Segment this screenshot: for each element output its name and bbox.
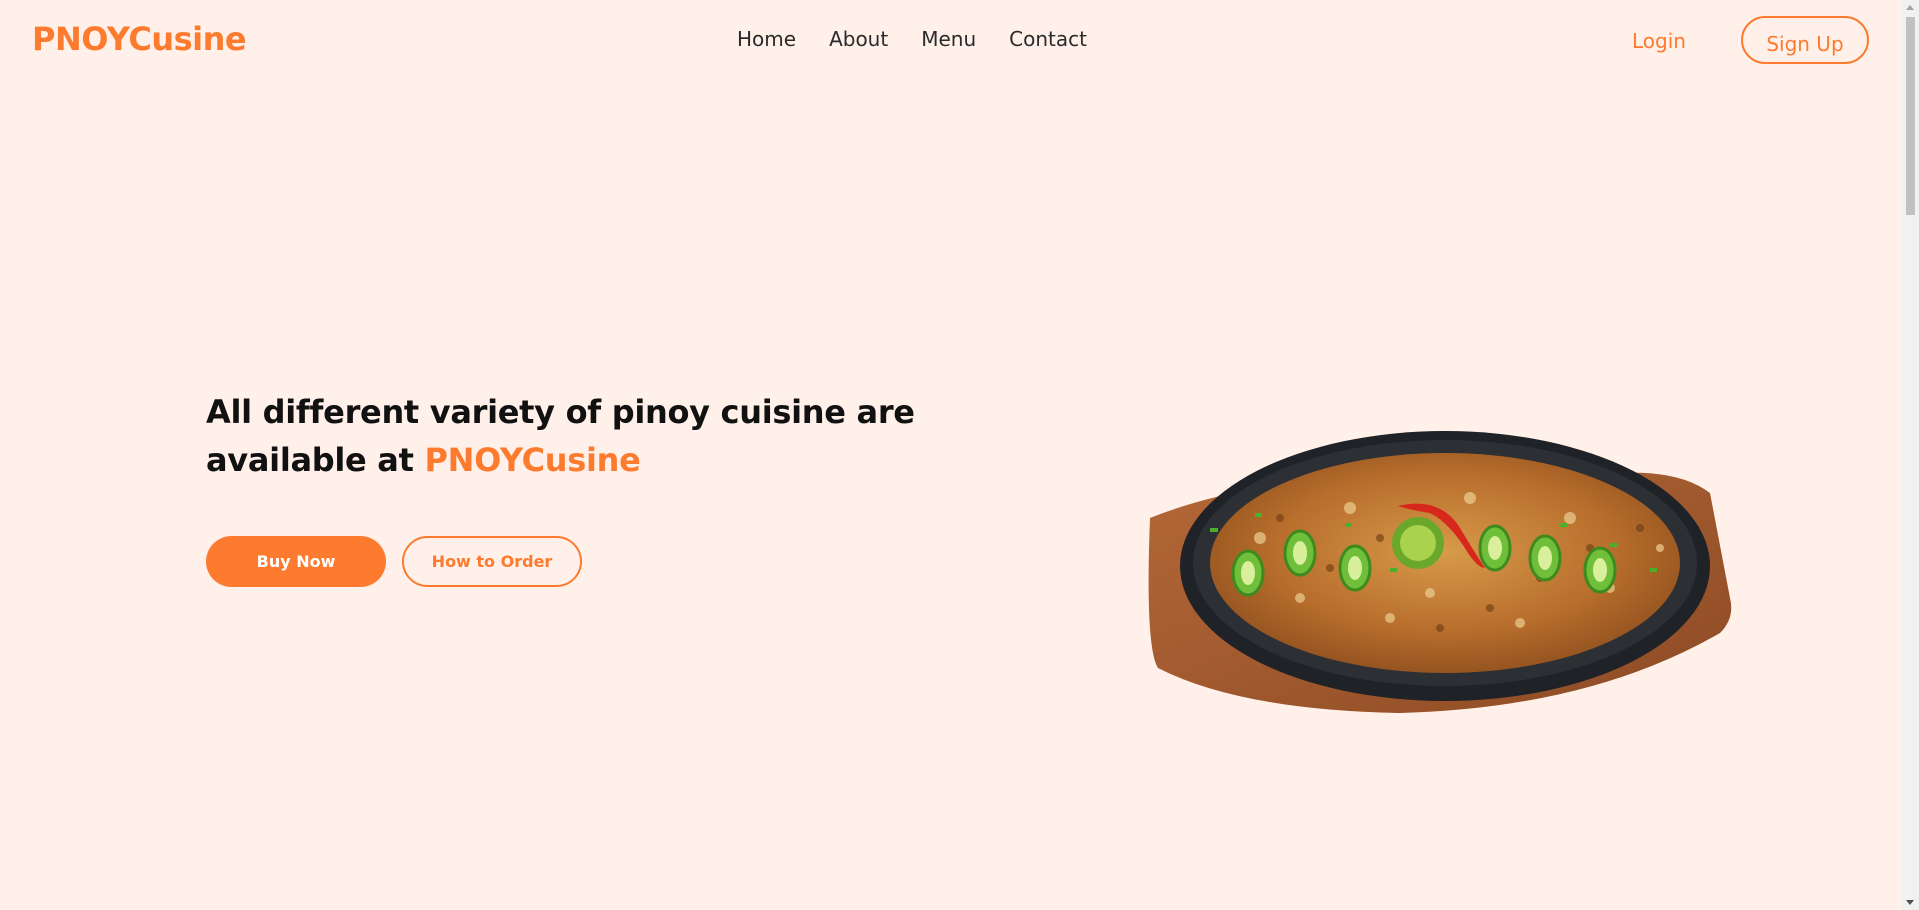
sisig-sizzling-plate-image	[1148, 431, 1732, 713]
how-to-order-button[interactable]: How to Order	[402, 536, 582, 587]
hero-title-brand: PNOYCusine	[424, 441, 641, 479]
main-nav: Home About Menu Contact	[737, 27, 1087, 51]
nav-menu-link[interactable]: Menu	[921, 27, 976, 51]
scrollbar-thumb[interactable]	[1906, 17, 1915, 215]
scroll-down-arrow-icon[interactable]	[1906, 900, 1914, 905]
hero-title: All different variety of pinoy cuisine a…	[206, 388, 926, 484]
scroll-up-arrow-icon[interactable]	[1906, 5, 1914, 10]
buy-now-button[interactable]: Buy Now	[206, 536, 386, 587]
nav-home-link[interactable]: Home	[737, 27, 796, 51]
vertical-scrollbar[interactable]	[1902, 0, 1919, 910]
page: PNOYCusine Home About Menu Contact Login…	[0, 0, 1919, 910]
site-logo[interactable]: PNOYCusine	[32, 20, 247, 58]
nav-contact-link[interactable]: Contact	[1009, 27, 1087, 51]
nav-about-link[interactable]: About	[829, 27, 888, 51]
login-link[interactable]: Login	[1632, 29, 1686, 53]
signup-button[interactable]: Sign Up	[1741, 16, 1869, 64]
